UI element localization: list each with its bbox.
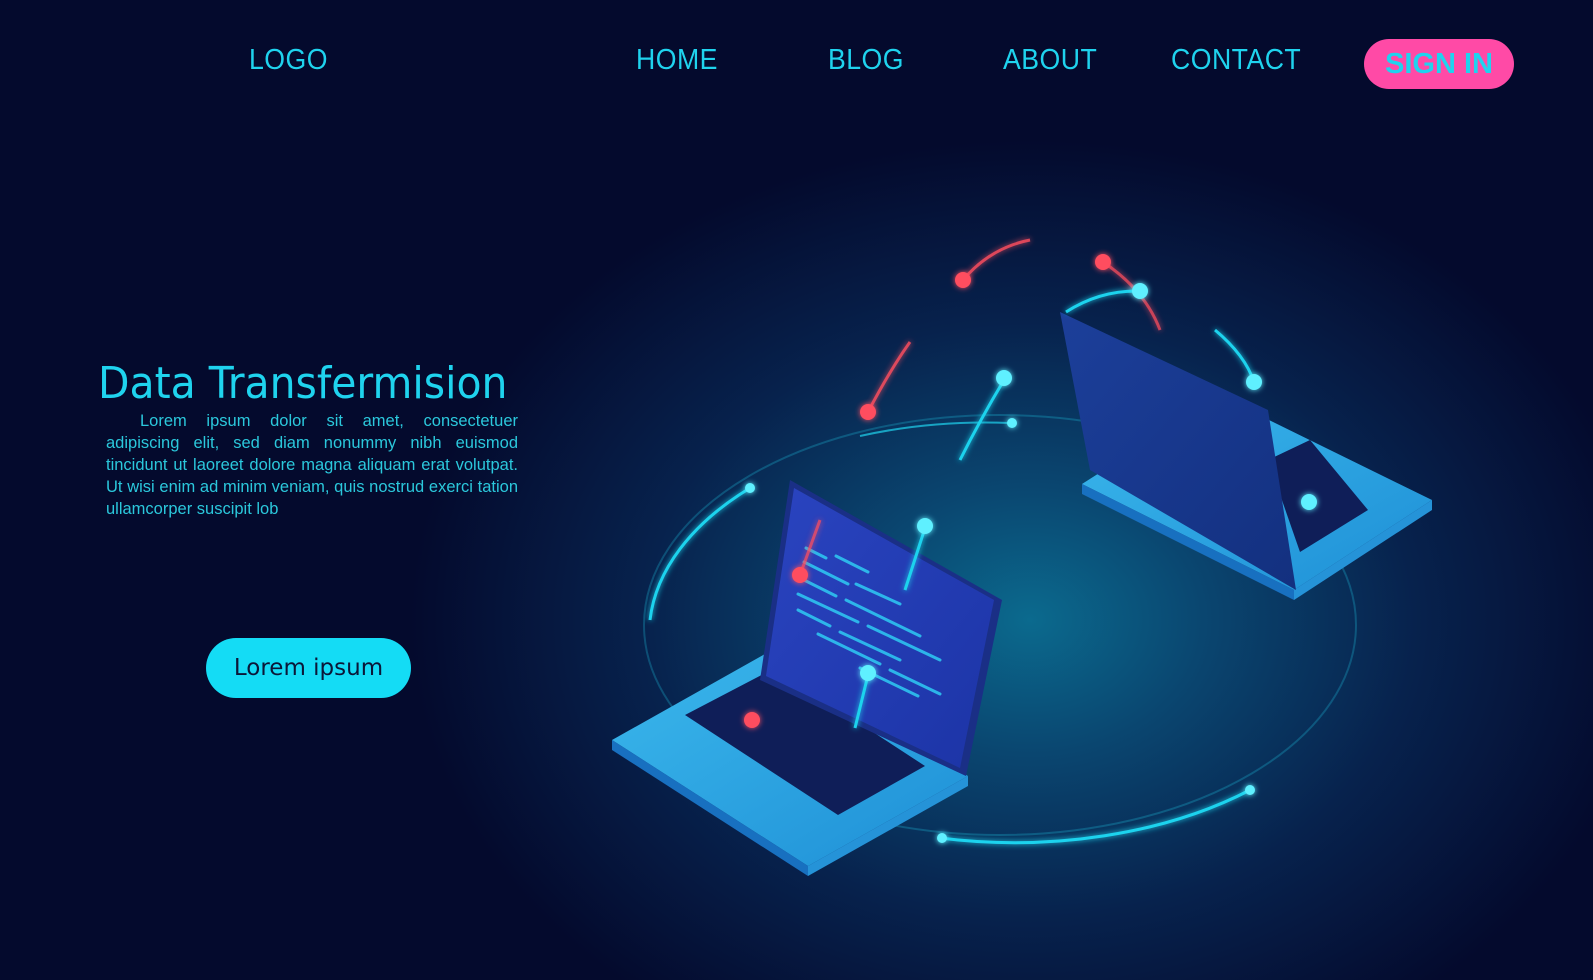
node-cyan	[1246, 374, 1262, 390]
node-red	[860, 404, 876, 420]
laptop-left	[612, 480, 1002, 876]
node-cyan	[1245, 785, 1255, 795]
node-cyan	[937, 833, 947, 843]
node-red	[792, 567, 808, 583]
node-cyan	[1007, 418, 1017, 428]
node-cyan	[860, 665, 876, 681]
node-cyan	[1132, 283, 1148, 299]
node-red	[955, 272, 971, 288]
node-cyan	[996, 370, 1012, 386]
node-cyan	[1301, 494, 1317, 510]
node-cyan	[745, 483, 755, 493]
node-red	[1095, 254, 1111, 270]
laptop-right	[1060, 312, 1432, 600]
node-cyan	[917, 518, 933, 534]
node-red	[744, 712, 760, 728]
data-transfer-illustration	[612, 238, 1432, 876]
